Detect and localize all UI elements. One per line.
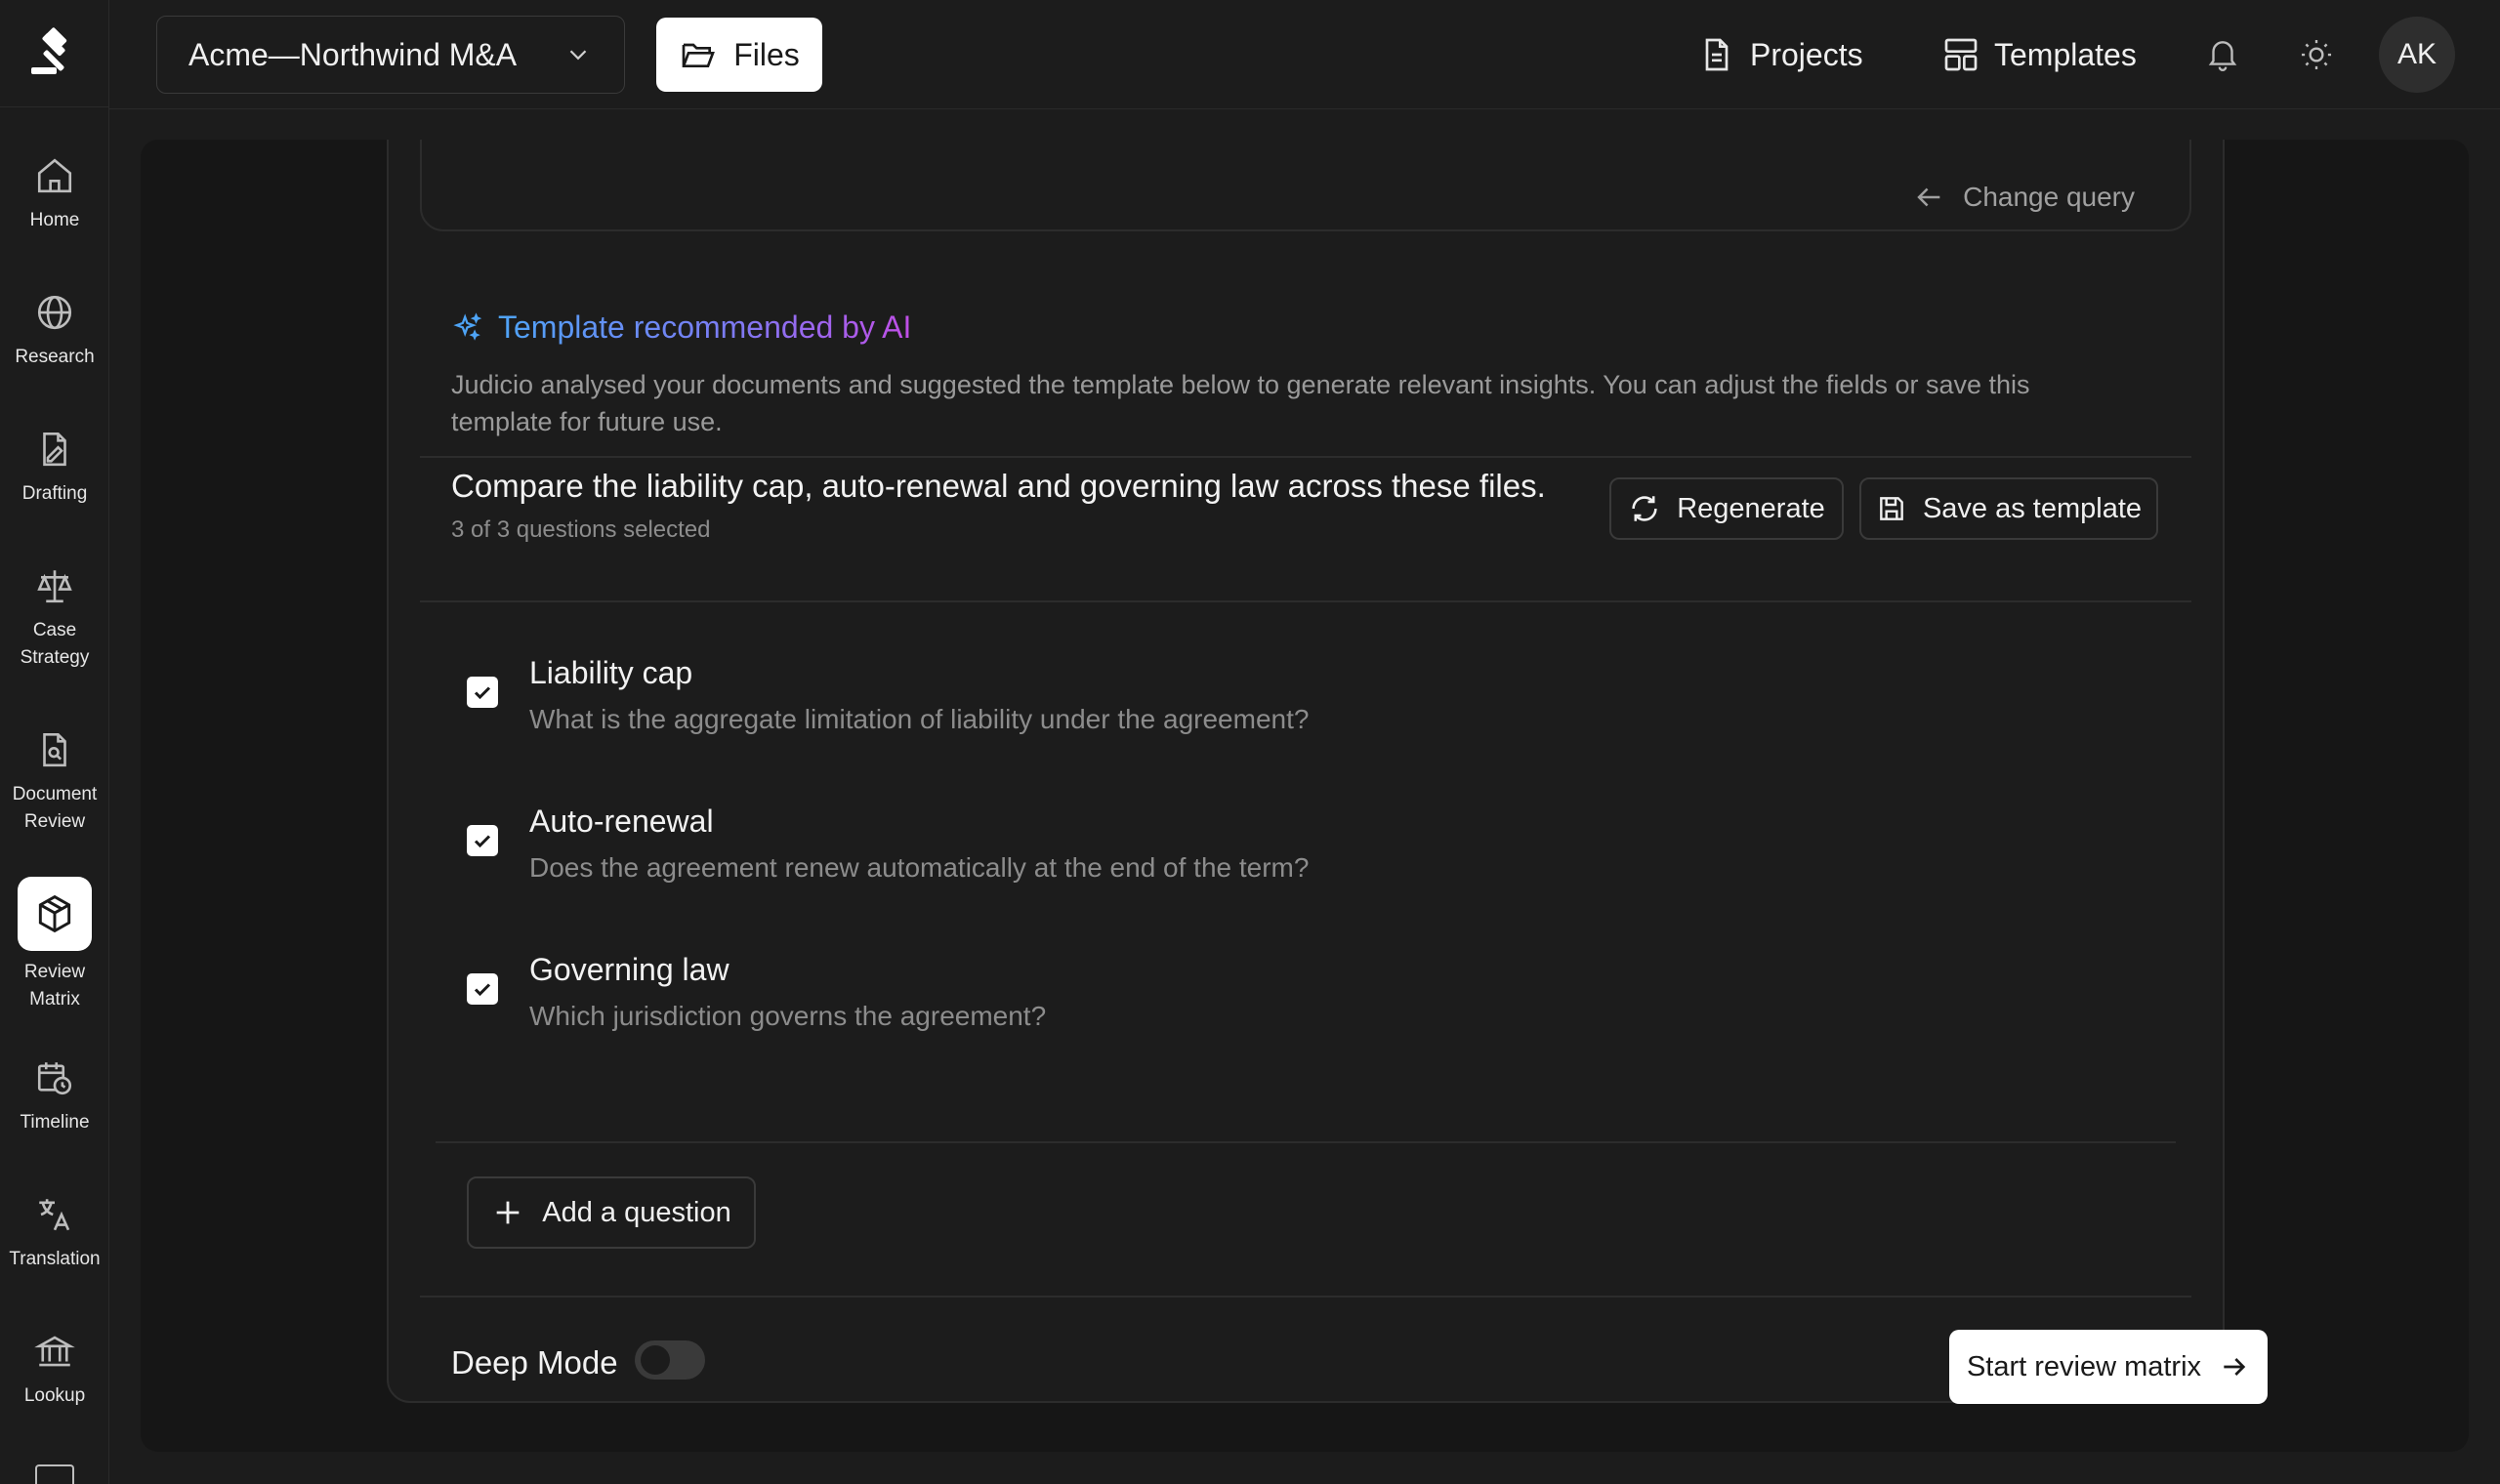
question-checkbox[interactable] bbox=[467, 677, 498, 708]
divider bbox=[420, 1296, 2191, 1298]
folder-open-icon bbox=[682, 43, 716, 67]
question-title: Governing law bbox=[529, 952, 729, 987]
pen-document-icon bbox=[31, 426, 78, 473]
question-item: Liability cap What is the aggregate limi… bbox=[467, 655, 2029, 772]
sidebar-item-research[interactable]: Research bbox=[0, 289, 109, 371]
sidebar-item-lookup[interactable]: Lookup bbox=[0, 1328, 109, 1410]
templates-link[interactable]: Templates bbox=[1941, 27, 2137, 82]
translate-icon bbox=[31, 1191, 78, 1238]
sidebar-item-label: Home bbox=[29, 210, 80, 230]
layout-template-icon bbox=[1944, 38, 1978, 71]
sidebar-item-label: Research bbox=[15, 347, 95, 367]
save-disk-icon bbox=[1880, 497, 1903, 520]
save-as-template-label: Save as template bbox=[1922, 492, 2143, 524]
document-icon bbox=[1705, 38, 1729, 71]
projects-label: Projects bbox=[1750, 36, 1863, 72]
app-logo[interactable] bbox=[0, 0, 109, 107]
divider bbox=[420, 456, 2191, 458]
theme-sun-icon[interactable] bbox=[2293, 31, 2340, 78]
document-search-icon bbox=[31, 726, 78, 773]
arrow-right-icon bbox=[2224, 1358, 2246, 1376]
question-title: Liability cap bbox=[529, 655, 693, 690]
sparkles-icon bbox=[453, 311, 482, 341]
cube-icon bbox=[18, 877, 92, 951]
change-query-label: Change query bbox=[1963, 182, 2135, 212]
templates-label: Templates bbox=[1994, 36, 2137, 72]
refresh-icon bbox=[1632, 496, 1657, 521]
add-question-button[interactable]: Add a question bbox=[467, 1176, 756, 1249]
globe-icon bbox=[31, 289, 78, 336]
query-card: Change query bbox=[420, 140, 2191, 231]
scales-icon bbox=[31, 562, 78, 609]
question-checkbox[interactable] bbox=[467, 825, 498, 856]
question-item: Governing law Which jurisdiction governs… bbox=[467, 952, 2029, 1069]
divider bbox=[420, 600, 2191, 602]
user-avatar[interactable]: AK bbox=[2379, 17, 2455, 93]
prompt-text: Compare the liability cap, auto-renewal … bbox=[451, 468, 1546, 504]
projects-link[interactable]: Projects bbox=[1697, 27, 1863, 82]
bank-icon bbox=[31, 1328, 78, 1375]
workspace-selector[interactable]: Acme—Northwind M&A bbox=[156, 16, 625, 94]
sidebar-item-label: Drafting bbox=[21, 483, 88, 504]
deep-mode-label: Deep Mode bbox=[451, 1344, 618, 1381]
question-description: What is the aggregate limitation of liab… bbox=[529, 704, 1310, 734]
checkmark-icon bbox=[474, 686, 491, 700]
sidebar-item-label: Lookup bbox=[23, 1385, 86, 1406]
ai-recommendation-description: Judicio analysed your documents and sugg… bbox=[451, 370, 2030, 436]
more-nav-icon[interactable] bbox=[35, 1464, 74, 1484]
chevron-down-icon bbox=[569, 50, 587, 61]
change-query-button[interactable]: Change query bbox=[1912, 181, 2135, 214]
workspace-name: Acme—Northwind M&A bbox=[188, 36, 518, 72]
sidebar-item-timeline[interactable]: Timeline bbox=[0, 1054, 109, 1136]
top-bar: Acme—Northwind M&A Files Projects Templa… bbox=[109, 0, 2500, 109]
files-label: Files bbox=[733, 36, 800, 72]
notifications-bell-icon[interactable] bbox=[2199, 31, 2246, 78]
checkmark-icon bbox=[474, 835, 491, 848]
calendar-clock-icon bbox=[31, 1054, 78, 1101]
checkmark-icon bbox=[474, 983, 491, 997]
add-question-label: Add a question bbox=[542, 1196, 731, 1228]
save-as-template-button[interactable]: Save as template bbox=[1859, 477, 2158, 540]
question-description: Which jurisdiction governs the agreement… bbox=[529, 1001, 1047, 1031]
ai-recommendation-header: Template recommended by AI bbox=[451, 309, 911, 346]
sidebar-item-document-review[interactable]: Document Review bbox=[0, 726, 109, 836]
ai-recommendation-title: Template recommended by AI bbox=[498, 309, 912, 345]
sidebar-item-case-strategy[interactable]: Case Strategy bbox=[0, 562, 109, 672]
main-content: Change query Template recommended by AI … bbox=[141, 140, 2469, 1452]
review-matrix-panel: Change query Template recommended by AI … bbox=[387, 140, 2268, 1404]
question-title: Auto-renewal bbox=[529, 804, 714, 839]
start-review-matrix-label: Start review matrix bbox=[1966, 1350, 2202, 1382]
divider bbox=[436, 1141, 2176, 1143]
sidebar-item-review-matrix[interactable]: Review Matrix bbox=[0, 877, 109, 1013]
sidebar-item-label: Review Matrix bbox=[23, 962, 86, 1010]
arrow-left-icon bbox=[1917, 187, 1940, 207]
sidebar-item-label: Document Review bbox=[12, 784, 98, 832]
deep-mode-toggle[interactable] bbox=[635, 1340, 705, 1380]
regenerate-label: Regenerate bbox=[1677, 492, 1825, 524]
question-item: Auto-renewal Does the agreement renew au… bbox=[467, 804, 2029, 921]
sidebar-item-drafting[interactable]: Drafting bbox=[0, 426, 109, 508]
sidebar: Home Research Drafting Case Strategy Doc… bbox=[0, 0, 109, 1484]
start-review-matrix-button[interactable]: Start review matrix bbox=[1949, 1330, 2268, 1404]
questions-selected-count: 3 of 3 questions selected bbox=[451, 516, 711, 543]
gavel-logo-icon bbox=[31, 26, 67, 74]
sidebar-item-label: Translation bbox=[9, 1249, 101, 1269]
sidebar-item-home[interactable]: Home bbox=[0, 152, 109, 234]
sidebar-item-label: Case Strategy bbox=[20, 620, 90, 668]
plus-icon bbox=[496, 1201, 520, 1224]
question-description: Does the agreement renew automatically a… bbox=[529, 852, 1310, 883]
sidebar-item-translation[interactable]: Translation bbox=[0, 1191, 109, 1273]
regenerate-button[interactable]: Regenerate bbox=[1609, 477, 1844, 540]
toggle-knob bbox=[641, 1345, 670, 1375]
question-checkbox[interactable] bbox=[467, 973, 498, 1005]
files-button[interactable]: Files bbox=[656, 18, 822, 92]
home-icon bbox=[31, 152, 78, 199]
sidebar-item-label: Timeline bbox=[20, 1112, 90, 1133]
